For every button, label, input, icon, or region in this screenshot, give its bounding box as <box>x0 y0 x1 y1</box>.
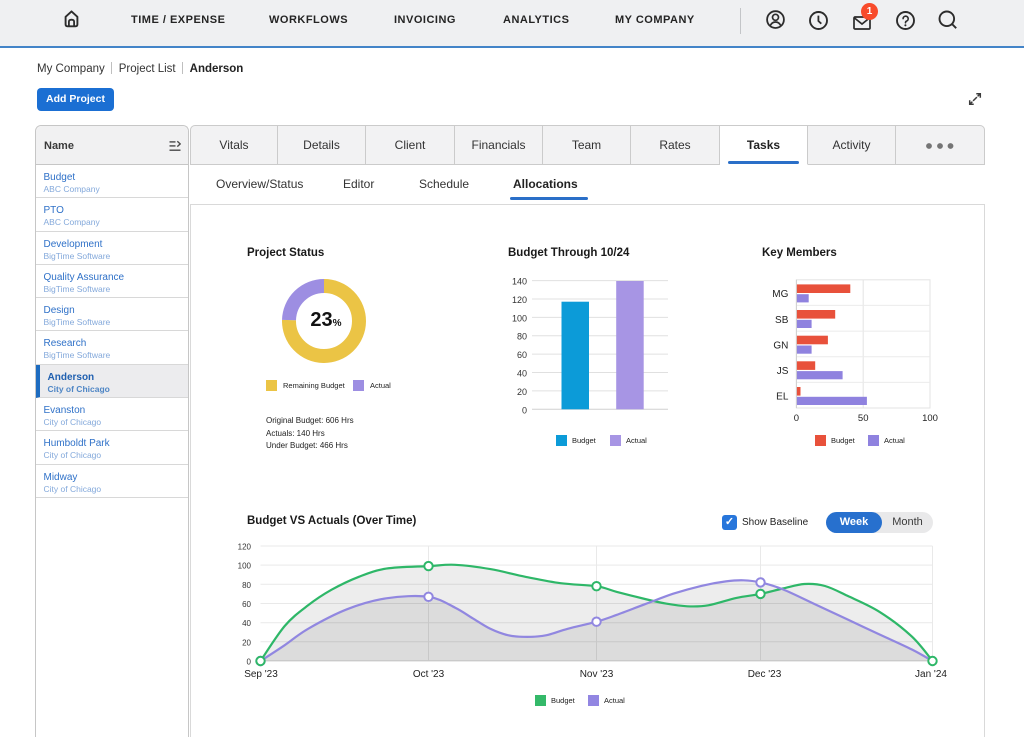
svg-text:100: 100 <box>238 562 252 571</box>
svg-text:40: 40 <box>517 369 527 379</box>
svg-text:Jan '24: Jan '24 <box>915 669 947 680</box>
svg-text:Sep '23: Sep '23 <box>244 669 278 680</box>
svg-text:100: 100 <box>512 313 527 323</box>
svg-text:SB: SB <box>775 315 789 326</box>
svg-text:50: 50 <box>858 413 869 422</box>
svg-text:Dec '23: Dec '23 <box>748 669 782 680</box>
svg-text:GN: GN <box>773 340 788 351</box>
svg-text:EL: EL <box>776 392 789 403</box>
svg-text:Oct '23: Oct '23 <box>413 669 445 680</box>
svg-text:Nov '23: Nov '23 <box>580 669 614 680</box>
svg-text:80: 80 <box>517 332 527 342</box>
svg-text:60: 60 <box>242 600 251 609</box>
svg-text:80: 80 <box>242 581 251 590</box>
svg-text:20: 20 <box>242 638 251 647</box>
svg-text:120: 120 <box>512 295 527 305</box>
svg-text:100: 100 <box>922 413 938 422</box>
svg-text:MG: MG <box>772 289 788 300</box>
svg-text:0: 0 <box>522 405 527 415</box>
svg-text:40: 40 <box>242 619 251 628</box>
svg-text:0: 0 <box>794 413 799 422</box>
svg-text:120: 120 <box>238 543 252 552</box>
svg-text:JS: JS <box>777 366 789 377</box>
svg-text:20: 20 <box>517 387 527 397</box>
svg-text:0: 0 <box>247 658 252 667</box>
svg-text:140: 140 <box>512 277 527 287</box>
svg-text:60: 60 <box>517 350 527 360</box>
